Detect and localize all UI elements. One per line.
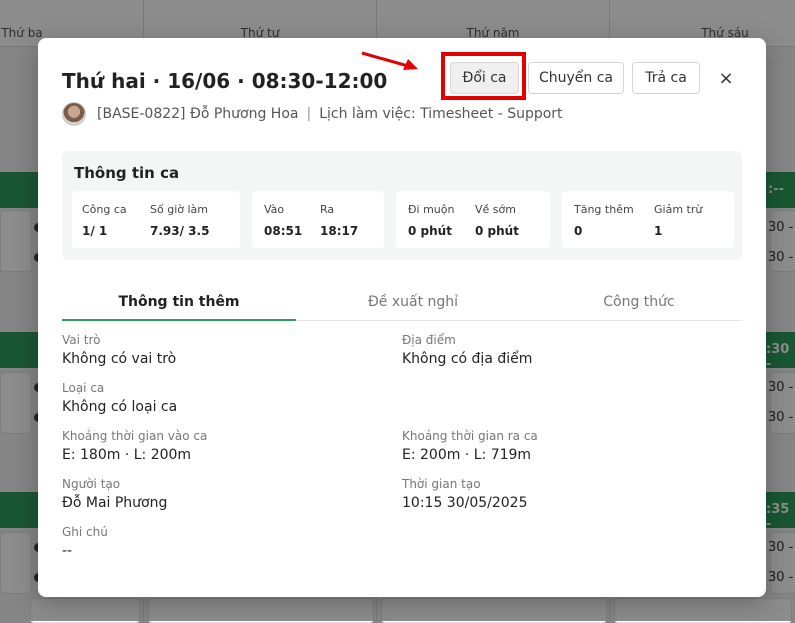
- stat-value: 1/ 1: [82, 224, 108, 238]
- tab-more-info[interactable]: Thông tin thêm: [62, 294, 296, 321]
- field-label: Địa điểm: [402, 333, 456, 347]
- shift-info-panel: Thông tin ca Công ca 1/ 1 Số giờ làm 7.93/…: [62, 151, 742, 260]
- divider: |: [306, 106, 312, 122]
- return-shift-button[interactable]: Trả ca: [632, 62, 700, 94]
- annotation-arrow-icon: [361, 51, 418, 70]
- stat-value: 0: [574, 224, 583, 238]
- work-schedule: Lịch làm việc: Timesheet - Support: [319, 106, 563, 122]
- tab-formula[interactable]: Công thức: [522, 294, 756, 320]
- field-value: Không có vai trò: [62, 351, 177, 367]
- stat-label: Tăng thêm: [574, 203, 634, 216]
- field-created-at: Thời gian tạo 10:15 30/05/2025: [402, 477, 528, 511]
- field-checkout-window: Khoảng thời gian ra ca E: 200m · L: 719m: [402, 429, 538, 463]
- field-checkin-window: Khoảng thời gian vào ca E: 180m · L: 200…: [62, 429, 207, 463]
- field-note: Ghi chú --: [62, 525, 108, 559]
- field-value: Không có địa điểm: [402, 351, 533, 367]
- field-role: Vai trò Không có vai trò: [62, 333, 176, 367]
- field-value: E: 200m · L: 719m: [402, 447, 532, 463]
- transfer-shift-button[interactable]: Chuyển ca: [528, 62, 624, 94]
- stat-value: 7.93/ 3.5: [150, 224, 210, 238]
- stat-value: 0 phút: [408, 224, 452, 238]
- field-shift-type: Loại ca Không có loại ca: [62, 381, 177, 415]
- field-label: Loại ca: [62, 381, 105, 395]
- tab-leave-request[interactable]: Đề xuất nghỉ: [296, 294, 530, 320]
- field-label: Thời gian tạo: [402, 477, 481, 491]
- shift-detail-modal: Thứ hai · 16/06 · 08:30-12:00 Đổi ca Chu…: [38, 38, 766, 597]
- stat-label: Vào: [264, 203, 285, 216]
- shift-info-title: Thông tin ca: [74, 164, 180, 182]
- employee-info: [BASE-0822] Đỗ Phương Hoa | Lịch làm việ…: [62, 101, 563, 127]
- modal-title: Thứ hai · 16/06 · 08:30-12:00: [62, 69, 388, 93]
- stat-label: Về sớm: [475, 203, 516, 216]
- field-creator: Người tạo Đỗ Mai Phương: [62, 477, 167, 511]
- field-value: Đỗ Mai Phương: [62, 495, 168, 511]
- field-location: Địa điểm Không có địa điểm: [402, 333, 532, 367]
- stat-label: Công ca: [82, 203, 127, 216]
- stat-card-adjust: Tăng thêm 0 Giảm trừ 1: [562, 191, 734, 248]
- stat-card-work: Công ca 1/ 1 Số giờ làm 7.93/ 3.5: [72, 191, 240, 248]
- stat-value: 18:17: [320, 224, 359, 238]
- field-label: Khoảng thời gian vào ca: [62, 429, 208, 443]
- field-value: 10:15 30/05/2025: [402, 495, 528, 511]
- stat-label: Đi muộn: [408, 203, 455, 216]
- avatar: [62, 102, 86, 126]
- stat-label: Số giờ làm: [150, 203, 208, 216]
- detail-tabs: Thông tin thêm Đề xuất nghỉ Công thức: [62, 288, 742, 321]
- field-label: Vai trò: [62, 333, 101, 347]
- stat-card-checkin: Vào 08:51 Ra 18:17: [252, 191, 384, 248]
- field-value: E: 180m · L: 200m: [62, 447, 192, 463]
- stat-card-late-early: Đi muộn 0 phút Về sớm 0 phút: [396, 191, 550, 248]
- field-label: Người tạo: [62, 477, 121, 491]
- close-icon[interactable]: ×: [716, 68, 736, 89]
- annotation-highlight-box: [441, 52, 526, 100]
- stat-value: 08:51: [264, 224, 303, 238]
- field-label: Ghi chú: [62, 525, 108, 539]
- field-label: Khoảng thời gian ra ca: [402, 429, 538, 443]
- employee-name: [BASE-0822] Đỗ Phương Hoa: [97, 106, 299, 122]
- stat-value: 1: [654, 224, 663, 238]
- field-value: Không có loại ca: [62, 399, 178, 415]
- stat-label: Giảm trừ: [654, 203, 703, 216]
- stat-label: Ra: [320, 203, 335, 216]
- field-value: --: [62, 543, 73, 559]
- stat-value: 0 phút: [475, 224, 519, 238]
